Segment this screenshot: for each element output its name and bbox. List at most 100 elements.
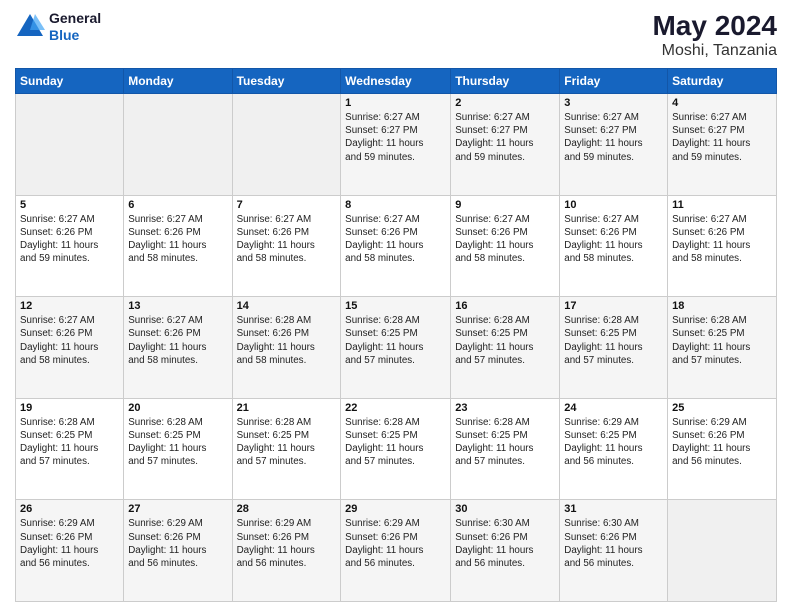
week-row-1: 1Sunrise: 6:27 AM Sunset: 6:27 PM Daylig… bbox=[16, 94, 777, 196]
day-number: 21 bbox=[237, 402, 337, 414]
day-number: 3 bbox=[564, 97, 663, 109]
day-number: 5 bbox=[20, 199, 119, 211]
calendar-header: SundayMondayTuesdayWednesdayThursdayFrid… bbox=[16, 69, 777, 94]
day-info: Sunrise: 6:28 AM Sunset: 6:25 PM Dayligh… bbox=[20, 416, 119, 469]
day-info: Sunrise: 6:29 AM Sunset: 6:26 PM Dayligh… bbox=[237, 517, 337, 570]
day-number: 19 bbox=[20, 402, 119, 414]
calendar-cell: 19 Sunrise: 6:28 AM Sunset: 6:25 PM Dayli… bbox=[16, 398, 124, 500]
day-header-sunday: Sunday bbox=[16, 69, 124, 94]
day-number: 26 bbox=[20, 503, 119, 515]
day-number: 18 bbox=[672, 300, 772, 312]
calendar-cell: 23 Sunrise: 6:28 AM Sunset: 6:25 PM Dayli… bbox=[451, 398, 560, 500]
day-number: 31 bbox=[564, 503, 663, 515]
calendar-cell: 21 Sunrise: 6:28 AM Sunset: 6:25 PM Dayli… bbox=[232, 398, 341, 500]
logo-icon bbox=[15, 12, 45, 42]
calendar-cell: 10Sunrise: 6:27 AM Sunset: 6:26 PM Dayli… bbox=[560, 195, 668, 297]
day-info: Sunrise: 6:27 AM Sunset: 6:26 PM Dayligh… bbox=[345, 213, 446, 266]
day-number: 13 bbox=[128, 300, 227, 312]
calendar-cell bbox=[124, 94, 232, 196]
day-info: Sunrise: 6:28 AM Sunset: 6:26 PM Dayligh… bbox=[237, 314, 337, 367]
calendar-cell: 26Sunrise: 6:29 AM Sunset: 6:26 PM Dayli… bbox=[16, 500, 124, 602]
calendar-cell: 30Sunrise: 6:30 AM Sunset: 6:26 PM Dayli… bbox=[451, 500, 560, 602]
calendar-cell: 24 Sunrise: 6:29 AM Sunset: 6:25 PM Dayli… bbox=[560, 398, 668, 500]
calendar-cell: 25Sunrise: 6:29 AM Sunset: 6:26 PM Dayli… bbox=[668, 398, 777, 500]
calendar-cell: 6 Sunrise: 6:27 AM Sunset: 6:26 PM Daylig… bbox=[124, 195, 232, 297]
calendar-cell: 20 Sunrise: 6:28 AM Sunset: 6:25 PM Dayli… bbox=[124, 398, 232, 500]
calendar-cell: 5 Sunrise: 6:27 AM Sunset: 6:26 PM Daylig… bbox=[16, 195, 124, 297]
day-info: Sunrise: 6:27 AM Sunset: 6:26 PM Dayligh… bbox=[20, 314, 119, 367]
day-number: 6 bbox=[128, 199, 227, 211]
calendar-cell: 28 Sunrise: 6:29 AM Sunset: 6:26 PM Dayli… bbox=[232, 500, 341, 602]
main-title: May 2024 bbox=[652, 10, 777, 42]
calendar-cell: 27 Sunrise: 6:29 AM Sunset: 6:26 PM Dayli… bbox=[124, 500, 232, 602]
day-number: 7 bbox=[237, 199, 337, 211]
day-info: Sunrise: 6:27 AM Sunset: 6:26 PM Dayligh… bbox=[20, 213, 119, 266]
calendar-cell: 31 Sunrise: 6:30 AM Sunset: 6:26 PM Dayli… bbox=[560, 500, 668, 602]
day-number: 27 bbox=[128, 503, 227, 515]
calendar-cell: 15 Sunrise: 6:28 AM Sunset: 6:25 PM Dayli… bbox=[341, 297, 451, 399]
day-info: Sunrise: 6:27 AM Sunset: 6:26 PM Dayligh… bbox=[128, 314, 227, 367]
day-info: Sunrise: 6:27 AM Sunset: 6:26 PM Dayligh… bbox=[237, 213, 337, 266]
day-number: 2 bbox=[455, 97, 555, 109]
day-number: 14 bbox=[237, 300, 337, 312]
day-header-wednesday: Wednesday bbox=[341, 69, 451, 94]
day-number: 25 bbox=[672, 402, 772, 414]
week-row-3: 12Sunrise: 6:27 AM Sunset: 6:26 PM Dayli… bbox=[16, 297, 777, 399]
day-info: Sunrise: 6:27 AM Sunset: 6:26 PM Dayligh… bbox=[455, 213, 555, 266]
day-info: Sunrise: 6:28 AM Sunset: 6:25 PM Dayligh… bbox=[672, 314, 772, 367]
calendar-body: 1Sunrise: 6:27 AM Sunset: 6:27 PM Daylig… bbox=[16, 94, 777, 602]
calendar-cell: 4 Sunrise: 6:27 AM Sunset: 6:27 PM Daylig… bbox=[668, 94, 777, 196]
day-header-friday: Friday bbox=[560, 69, 668, 94]
calendar-cell bbox=[668, 500, 777, 602]
calendar-cell: 2 Sunrise: 6:27 AM Sunset: 6:27 PM Daylig… bbox=[451, 94, 560, 196]
day-header-tuesday: Tuesday bbox=[232, 69, 341, 94]
logo-text: General Blue bbox=[49, 10, 101, 44]
day-number: 24 bbox=[564, 402, 663, 414]
page: General Blue May 2024 Moshi, Tanzania Su… bbox=[0, 0, 792, 612]
day-number: 29 bbox=[345, 503, 446, 515]
day-number: 28 bbox=[237, 503, 337, 515]
day-number: 4 bbox=[672, 97, 772, 109]
day-info: Sunrise: 6:27 AM Sunset: 6:26 PM Dayligh… bbox=[672, 213, 772, 266]
calendar-cell: 9Sunrise: 6:27 AM Sunset: 6:26 PM Daylig… bbox=[451, 195, 560, 297]
subtitle: Moshi, Tanzania bbox=[652, 42, 777, 60]
day-info: Sunrise: 6:28 AM Sunset: 6:25 PM Dayligh… bbox=[237, 416, 337, 469]
calendar-cell: 16Sunrise: 6:28 AM Sunset: 6:25 PM Dayli… bbox=[451, 297, 560, 399]
day-number: 30 bbox=[455, 503, 555, 515]
day-info: Sunrise: 6:29 AM Sunset: 6:25 PM Dayligh… bbox=[564, 416, 663, 469]
calendar-cell: 11Sunrise: 6:27 AM Sunset: 6:26 PM Dayli… bbox=[668, 195, 777, 297]
day-info: Sunrise: 6:27 AM Sunset: 6:27 PM Dayligh… bbox=[672, 111, 772, 164]
day-info: Sunrise: 6:29 AM Sunset: 6:26 PM Dayligh… bbox=[345, 517, 446, 570]
title-block: May 2024 Moshi, Tanzania bbox=[652, 10, 777, 60]
calendar-cell bbox=[16, 94, 124, 196]
day-info: Sunrise: 6:27 AM Sunset: 6:26 PM Dayligh… bbox=[128, 213, 227, 266]
day-info: Sunrise: 6:28 AM Sunset: 6:25 PM Dayligh… bbox=[345, 416, 446, 469]
day-info: Sunrise: 6:30 AM Sunset: 6:26 PM Dayligh… bbox=[564, 517, 663, 570]
header: General Blue May 2024 Moshi, Tanzania bbox=[15, 10, 777, 60]
logo: General Blue bbox=[15, 10, 101, 44]
day-info: Sunrise: 6:28 AM Sunset: 6:25 PM Dayligh… bbox=[345, 314, 446, 367]
week-row-5: 26 Sunrise: 6:29 AM Sunset: 6:26 PM Dayli… bbox=[16, 500, 777, 602]
day-header-thursday: Thursday bbox=[451, 69, 560, 94]
day-info: Sunrise: 6:27 AM Sunset: 6:26 PM Dayligh… bbox=[564, 213, 663, 266]
day-number: 20 bbox=[128, 402, 227, 414]
day-header-saturday: Saturday bbox=[668, 69, 777, 94]
calendar-cell: 22 Sunrise: 6:28 AM Sunset: 6:25 PM Dayli… bbox=[341, 398, 451, 500]
day-number: 8 bbox=[345, 199, 446, 211]
day-info: Sunrise: 6:27 AM Sunset: 6:27 PM Dayligh… bbox=[455, 111, 555, 164]
day-number: 23 bbox=[455, 402, 555, 414]
day-info: Sunrise: 6:29 AM Sunset: 6:26 PM Dayligh… bbox=[128, 517, 227, 570]
day-number: 15 bbox=[345, 300, 446, 312]
calendar-cell: 18 Sunrise: 6:28 AM Sunset: 6:25 PM Dayli… bbox=[668, 297, 777, 399]
day-number: 22 bbox=[345, 402, 446, 414]
calendar-cell: 1Sunrise: 6:27 AM Sunset: 6:27 PM Daylig… bbox=[341, 94, 451, 196]
day-header-monday: Monday bbox=[124, 69, 232, 94]
day-info: Sunrise: 6:28 AM Sunset: 6:25 PM Dayligh… bbox=[455, 314, 555, 367]
day-info: Sunrise: 6:28 AM Sunset: 6:25 PM Dayligh… bbox=[128, 416, 227, 469]
day-info: Sunrise: 6:28 AM Sunset: 6:25 PM Dayligh… bbox=[455, 416, 555, 469]
day-info: Sunrise: 6:28 AM Sunset: 6:25 PM Dayligh… bbox=[564, 314, 663, 367]
calendar-cell: 12Sunrise: 6:27 AM Sunset: 6:26 PM Dayli… bbox=[16, 297, 124, 399]
calendar-cell: 14 Sunrise: 6:28 AM Sunset: 6:26 PM Dayli… bbox=[232, 297, 341, 399]
week-row-2: 5 Sunrise: 6:27 AM Sunset: 6:26 PM Daylig… bbox=[16, 195, 777, 297]
calendar-cell bbox=[232, 94, 341, 196]
